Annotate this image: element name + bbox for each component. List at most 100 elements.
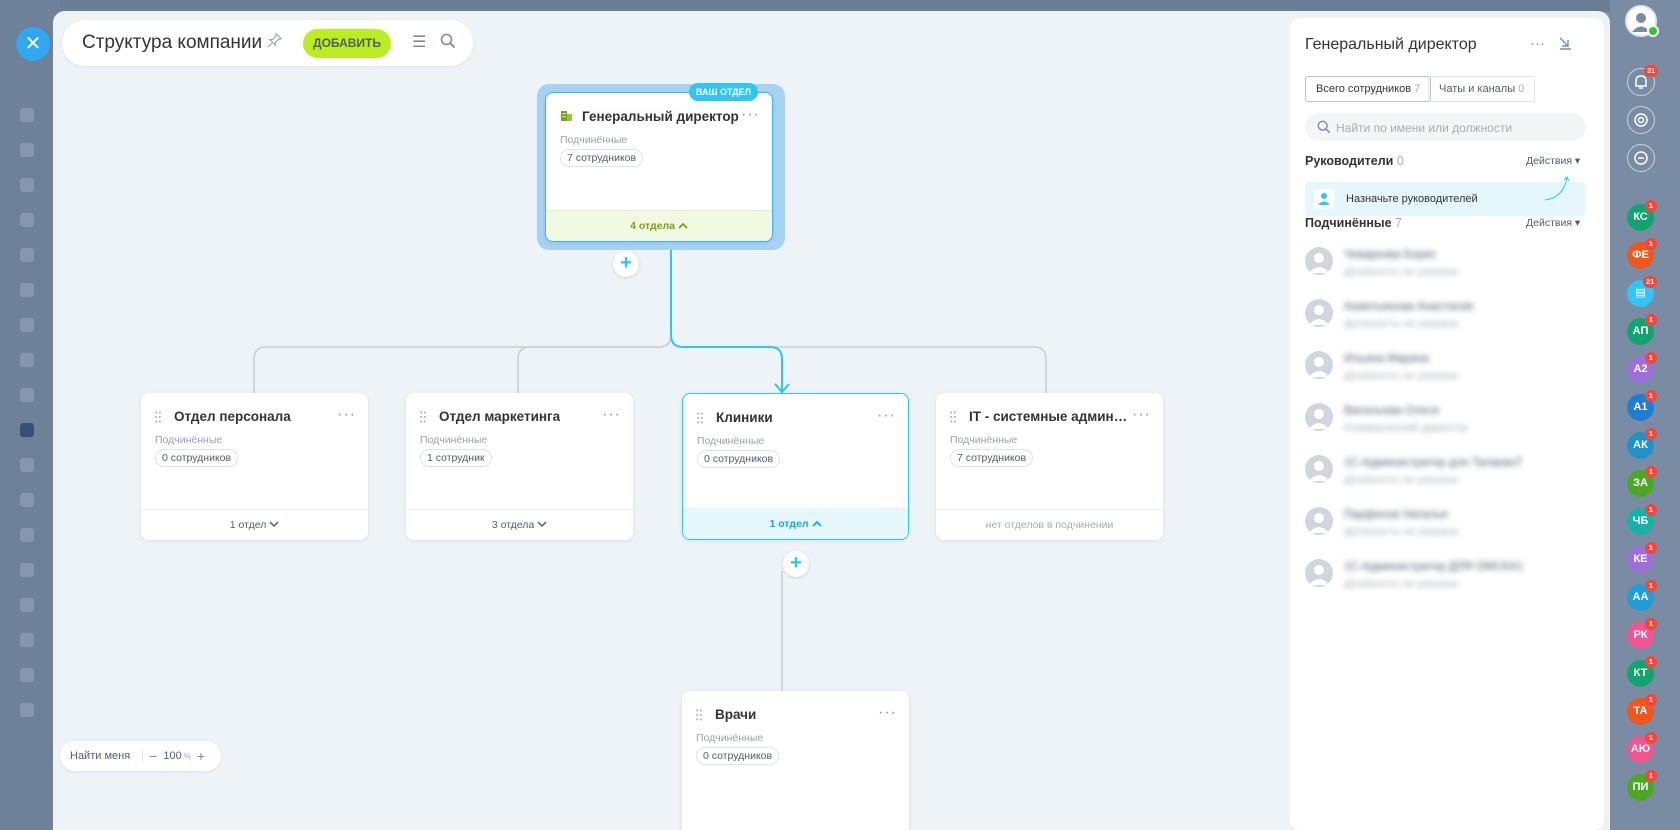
avatar bbox=[1305, 455, 1333, 483]
subdepartments-count: 4 отдела bbox=[630, 220, 675, 232]
chat-initials: АА bbox=[1632, 591, 1649, 603]
tab-chats-channels[interactable]: Чаты и каналы 0 bbox=[1428, 76, 1536, 102]
employee-count-pill[interactable]: 7 сотрудников bbox=[560, 149, 644, 167]
employee-row[interactable]: Чеваркова Борис Должность не указана bbox=[1305, 247, 1586, 287]
zoom-unit: % bbox=[183, 751, 191, 761]
copilot-icon[interactable] bbox=[1627, 106, 1655, 134]
more-icon[interactable]: ··· bbox=[1530, 35, 1545, 52]
find-me-button[interactable]: Найти меня bbox=[70, 750, 144, 762]
chat-initials: ЗА bbox=[1633, 477, 1648, 489]
assign-heads-row[interactable]: Назначьте руководителей bbox=[1305, 176, 1586, 216]
subordinates-section-title: Подчинённые 7 bbox=[1305, 216, 1402, 230]
department-name: IT - системные администрато... bbox=[969, 409, 1129, 424]
department-card-selected[interactable]: Клиники ··· Подчинённые 0 сотрудников 1 … bbox=[682, 393, 909, 540]
pin-icon[interactable] bbox=[267, 32, 283, 52]
chat-avatar[interactable]: ТА 1 bbox=[1627, 694, 1657, 725]
root-department-highlight: ВАШ ОТДЕЛ Генеральный директор ··· Подчи… bbox=[537, 83, 785, 250]
heads-section-title: Руководители 0 bbox=[1305, 154, 1404, 168]
chat-avatar[interactable]: ПИ 1 bbox=[1627, 770, 1657, 801]
more-icon[interactable]: ··· bbox=[337, 406, 356, 424]
chat-avatar[interactable]: АК 1 bbox=[1627, 428, 1657, 459]
subdepartments-toggle[interactable]: 3 отдела bbox=[406, 509, 633, 540]
panel-title: Генеральный директор bbox=[1305, 36, 1477, 53]
employee-row[interactable]: Васильева Олеся Коммерческий директор bbox=[1305, 403, 1586, 443]
department-card[interactable]: Отдел персонала ··· Подчинённые 0 сотруд… bbox=[141, 393, 368, 540]
employee-row[interactable]: 1С-Администратор ДЛЯ ОМСКА1 Должность не… bbox=[1305, 559, 1586, 599]
chat-avatar[interactable]: РК 1 bbox=[1627, 618, 1657, 649]
subdepartments-toggle[interactable]: 1 отдел bbox=[683, 508, 908, 539]
collapse-icon[interactable] bbox=[1558, 36, 1572, 55]
drag-handle-icon[interactable] bbox=[420, 410, 426, 423]
more-icon[interactable]: ··· bbox=[877, 407, 896, 425]
chat-avatar[interactable]: АЮ 1 bbox=[1627, 732, 1657, 763]
department-name: Генеральный директор bbox=[582, 109, 739, 124]
search-icon[interactable] bbox=[440, 33, 456, 54]
chat-avatar[interactable]: АА 1 bbox=[1627, 580, 1657, 611]
employee-row[interactable]: Парфенов Наталья Должность не указана bbox=[1305, 507, 1586, 547]
more-icon[interactable]: ··· bbox=[741, 106, 760, 124]
messenger-icon[interactable] bbox=[1627, 144, 1655, 172]
close-slider-button[interactable]: ✕ bbox=[16, 27, 50, 61]
drag-handle-icon[interactable] bbox=[950, 410, 956, 423]
employee-name: Ильина Марина bbox=[1344, 353, 1430, 365]
employee-count-pill[interactable]: 7 сотрудников bbox=[950, 449, 1034, 467]
subordinates-actions-dropdown[interactable]: Действия ▾ bbox=[1526, 217, 1580, 229]
subdepartments-toggle[interactable]: 1 отдел bbox=[141, 509, 368, 540]
zoom-out-button[interactable]: − bbox=[143, 748, 163, 764]
chat-badge: 1 bbox=[1645, 428, 1657, 440]
employee-name: Парфенов Наталья bbox=[1344, 509, 1448, 521]
zoom-in-button[interactable]: + bbox=[191, 748, 211, 764]
department-card[interactable]: IT - системные администрато... ··· Подчи… bbox=[936, 393, 1163, 540]
menu-icon[interactable]: ☰ bbox=[412, 32, 426, 52]
chat-avatar[interactable]: ▤ 21 bbox=[1627, 276, 1658, 307]
avatar bbox=[1305, 403, 1333, 431]
add-button[interactable]: Добавить bbox=[303, 29, 391, 58]
employee-position: Должность не указана bbox=[1344, 526, 1458, 538]
chat-avatar[interactable]: КТ 1 bbox=[1627, 656, 1657, 687]
chat-avatar[interactable]: А2 1 bbox=[1627, 352, 1657, 383]
tab-count: 7 bbox=[1414, 83, 1421, 95]
more-icon[interactable]: ··· bbox=[1132, 406, 1151, 424]
subdepartments-toggle[interactable]: 4 отдела bbox=[546, 210, 772, 241]
employee-position: Должность не указана bbox=[1344, 474, 1458, 486]
structure-slider: Структура компании Добавить ☰ ВАШ ОТДЕЛ … bbox=[53, 11, 1610, 830]
subordinates-label: Подчинённые bbox=[950, 434, 1018, 446]
chat-avatar[interactable]: ФЕ 1 bbox=[1627, 238, 1657, 269]
employee-count-pill[interactable]: 1 сотрудник bbox=[420, 449, 492, 467]
more-icon[interactable]: ··· bbox=[878, 704, 897, 722]
chat-avatar[interactable]: ЧБ 1 bbox=[1627, 504, 1657, 535]
employee-row[interactable]: 1С-Администратор для ТалаканТ Должность … bbox=[1305, 455, 1586, 495]
chat-badge: 1 bbox=[1645, 618, 1657, 630]
drag-handle-icon[interactable] bbox=[155, 410, 161, 423]
avatar bbox=[1305, 247, 1333, 275]
bell-icon[interactable]: 31 bbox=[1627, 65, 1659, 96]
employee-count-pill[interactable]: 0 сотрудников bbox=[155, 449, 239, 467]
employee-position: Коммерческий директор bbox=[1344, 422, 1469, 434]
add-subdepartment-button[interactable]: + bbox=[783, 551, 809, 577]
chat-avatar[interactable]: ЗА 1 bbox=[1627, 466, 1657, 497]
chat-avatar[interactable]: АП 1 bbox=[1627, 314, 1657, 345]
chat-badge: 1 bbox=[1645, 238, 1657, 250]
drag-handle-icon[interactable] bbox=[697, 411, 703, 424]
chat-badge: 1 bbox=[1645, 200, 1657, 212]
employee-row[interactable]: Ильина Марина Должность не указана bbox=[1305, 351, 1586, 391]
employee-row[interactable]: Ахметьянова Анастасия Должность не указа… bbox=[1305, 299, 1586, 339]
root-department-card[interactable]: ВАШ ОТДЕЛ Генеральный директор ··· Подчи… bbox=[545, 83, 773, 242]
more-icon[interactable]: ··· bbox=[602, 406, 621, 424]
employee-count-pill[interactable]: 0 сотрудников bbox=[696, 747, 780, 765]
drag-handle-icon[interactable] bbox=[696, 708, 702, 721]
chat-initials: А2 bbox=[1633, 363, 1648, 375]
employee-count-pill[interactable]: 0 сотрудников bbox=[697, 450, 781, 468]
department-name: Отдел маркетинга bbox=[439, 409, 561, 424]
structure-canvas[interactable]: Структура компании Добавить ☰ ВАШ ОТДЕЛ … bbox=[53, 11, 1290, 830]
chat-avatar[interactable]: КЕ 1 bbox=[1627, 542, 1657, 573]
heads-actions-dropdown[interactable]: Действия ▾ bbox=[1526, 155, 1580, 167]
chat-avatar[interactable]: КС 1 bbox=[1627, 200, 1657, 231]
tab-all-employees[interactable]: Всего сотрудников 7 bbox=[1305, 76, 1432, 102]
user-avatar[interactable] bbox=[1625, 5, 1659, 37]
chat-avatar[interactable]: А1 1 bbox=[1627, 390, 1657, 421]
add-subdepartment-button[interactable]: + bbox=[613, 251, 639, 277]
department-card[interactable]: Врачи ··· Подчинённые 0 сотрудников bbox=[682, 691, 909, 830]
department-card[interactable]: Отдел маркетинга ··· Подчинённые 1 сотру… bbox=[406, 393, 633, 540]
employee-search-input[interactable]: Найти по имени или должности bbox=[1305, 113, 1586, 141]
